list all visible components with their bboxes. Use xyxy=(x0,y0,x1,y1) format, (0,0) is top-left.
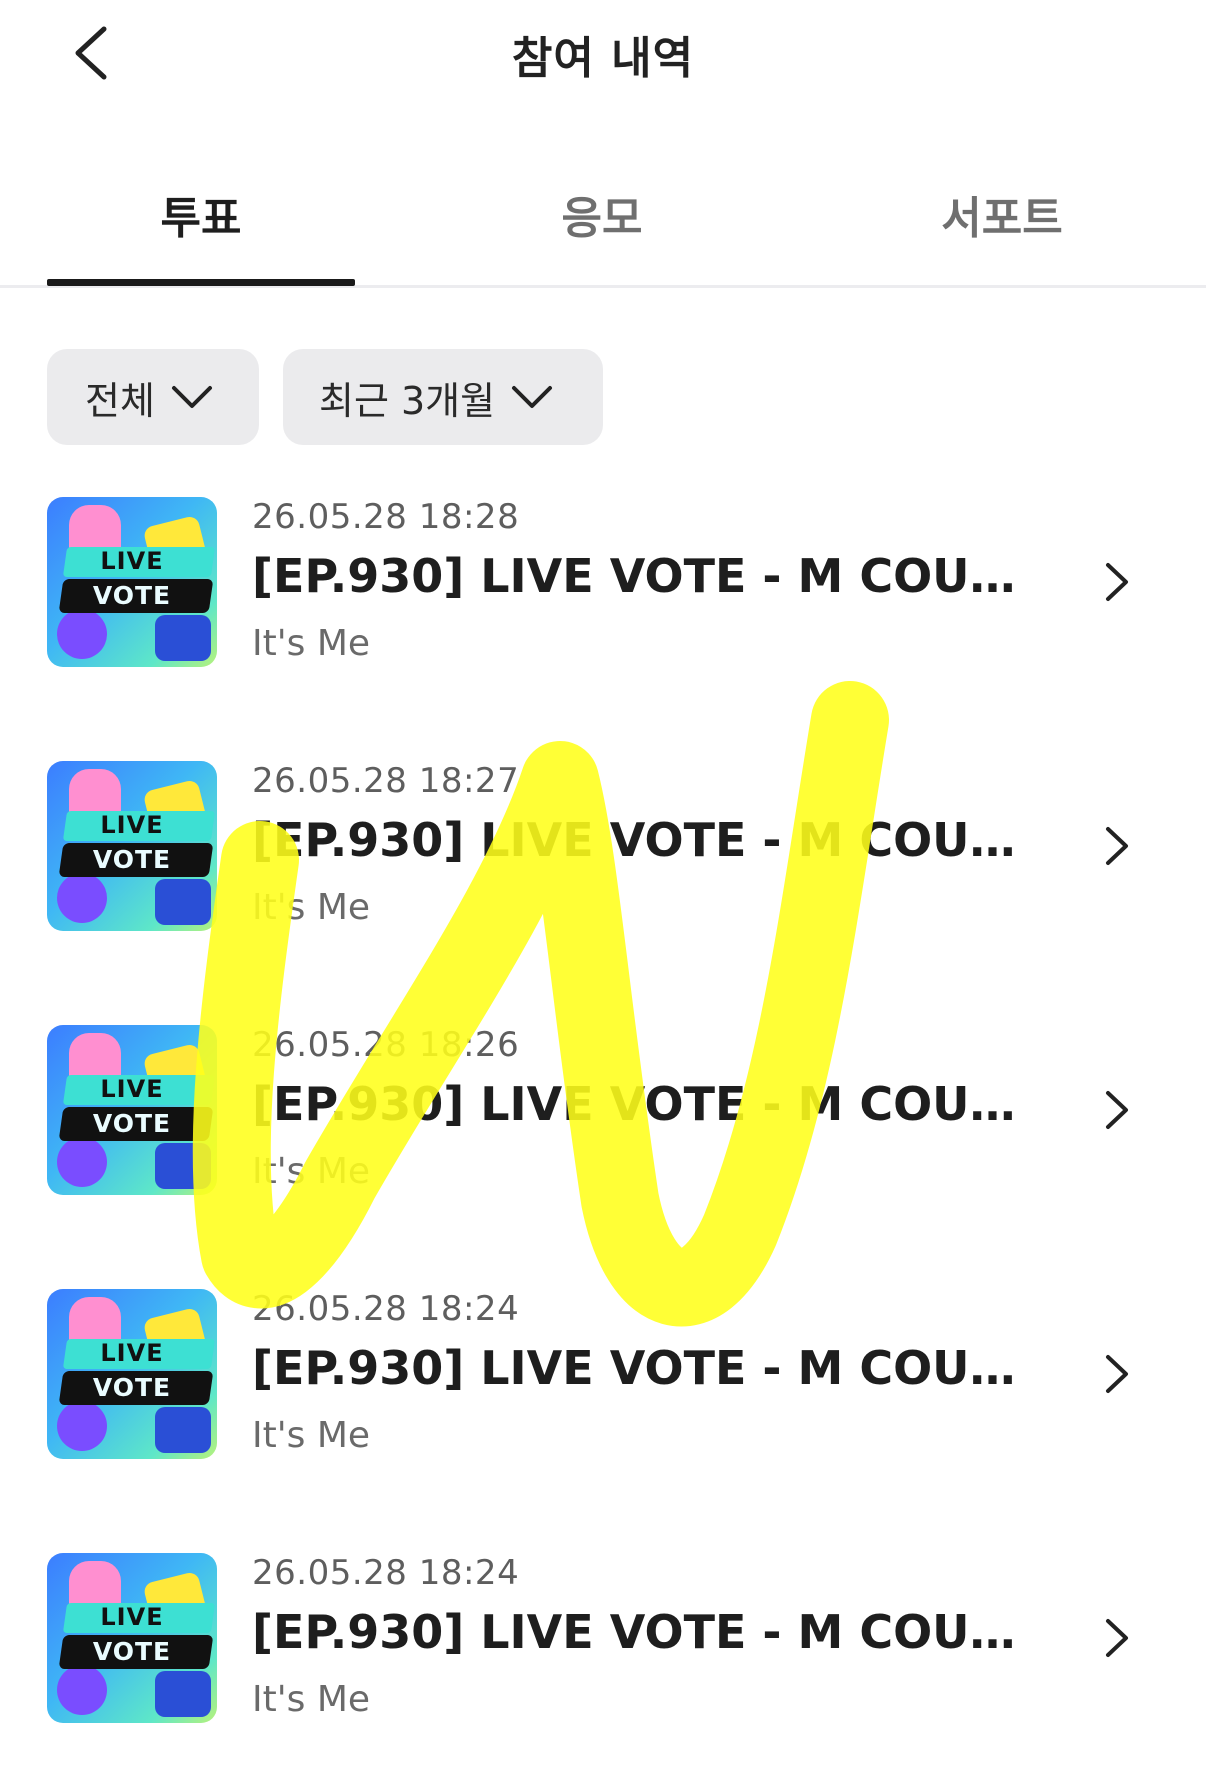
item-date: 26.05.28 18:24 xyxy=(252,1289,520,1329)
chevron-right-icon xyxy=(1102,1353,1132,1395)
filter-category-label: 전체 xyxy=(85,378,155,423)
item-date: 26.05.28 18:28 xyxy=(252,497,520,537)
vote-history-item[interactable]: LIVE VOTE 26.05.28 18:24 [EP.930] LIVE V… xyxy=(0,1553,1206,1753)
live-vote-thumbnail: LIVE VOTE xyxy=(47,1553,217,1723)
item-subtitle: It's Me xyxy=(252,1415,371,1456)
chevron-down-icon xyxy=(511,384,553,414)
tab-entry[interactable]: 응모 xyxy=(448,182,756,246)
item-subtitle: It's Me xyxy=(252,1151,371,1192)
chevron-down-icon xyxy=(171,384,213,414)
vote-history-item[interactable]: LIVE VOTE 26.05.28 18:27 [EP.930] LIVE V… xyxy=(0,761,1206,961)
vote-history-item[interactable]: LIVE VOTE 26.05.28 18:24 [EP.930] LIVE V… xyxy=(0,1289,1206,1489)
thumbnail-vote-text: VOTE xyxy=(92,1637,172,1666)
vote-history-item[interactable]: LIVE VOTE 26.05.28 18:28 [EP.930] LIVE V… xyxy=(0,497,1206,697)
tab-vote[interactable]: 투표 xyxy=(47,182,355,246)
filter-period-dropdown[interactable]: 최근 3개월 xyxy=(283,349,603,445)
item-date: 26.05.28 18:27 xyxy=(252,761,520,801)
thumbnail-live-text: LIVE xyxy=(100,1603,164,1631)
live-vote-thumbnail: LIVE VOTE xyxy=(47,761,217,931)
header: 참여 내역 xyxy=(0,0,1206,110)
vote-history-item[interactable]: LIVE VOTE 26.05.28 18:26 [EP.930] LIVE V… xyxy=(0,1025,1206,1225)
page-title: 참여 내역 xyxy=(511,33,695,84)
thumbnail-live-text: LIVE xyxy=(100,811,164,839)
thumbnail-vote-text: VOTE xyxy=(92,581,172,610)
chevron-right-icon xyxy=(1102,1089,1132,1131)
thumbnail-live-text: LIVE xyxy=(100,1075,164,1103)
item-subtitle: It's Me xyxy=(252,887,371,928)
chevron-right-icon xyxy=(1102,561,1132,603)
filter-category-dropdown[interactable]: 전체 xyxy=(47,349,259,445)
live-vote-thumbnail: LIVE VOTE xyxy=(47,1289,217,1459)
thumbnail-vote-text: VOTE xyxy=(92,1109,172,1138)
item-date: 26.05.28 18:26 xyxy=(252,1025,520,1065)
item-subtitle: It's Me xyxy=(252,1679,371,1720)
item-title: [EP.930] LIVE VOTE - M COUNTD... xyxy=(252,1605,1052,1659)
participation-history-screen: 참여 내역 투표 응모 서포트 전체 최근 3개월 LIVE VOTE 26.0… xyxy=(0,0,1206,1782)
item-title: [EP.930] LIVE VOTE - M COUNTD... xyxy=(252,813,1052,867)
thumbnail-vote-text: VOTE xyxy=(92,1373,172,1402)
thumbnail-live-text: LIVE xyxy=(100,1339,164,1367)
item-title: [EP.930] LIVE VOTE - M COUNTD... xyxy=(252,1341,1052,1395)
item-title: [EP.930] LIVE VOTE - M COUNTD... xyxy=(252,549,1052,603)
tab-support[interactable]: 서포트 xyxy=(848,182,1156,246)
filter-period-label: 최근 3개월 xyxy=(319,378,496,423)
chevron-right-icon xyxy=(1102,825,1132,867)
item-date: 26.05.28 18:24 xyxy=(252,1553,520,1593)
item-title: [EP.930] LIVE VOTE - M COUNTD... xyxy=(252,1077,1052,1131)
item-subtitle: It's Me xyxy=(252,623,371,664)
tab-bar: 투표 응모 서포트 xyxy=(0,150,1206,288)
active-tab-indicator xyxy=(47,279,355,286)
live-vote-thumbnail: LIVE VOTE xyxy=(47,1025,217,1195)
chevron-right-icon xyxy=(1102,1617,1132,1659)
thumbnail-live-text: LIVE xyxy=(100,547,164,575)
live-vote-thumbnail: LIVE VOTE xyxy=(47,497,217,667)
thumbnail-vote-text: VOTE xyxy=(92,845,172,874)
